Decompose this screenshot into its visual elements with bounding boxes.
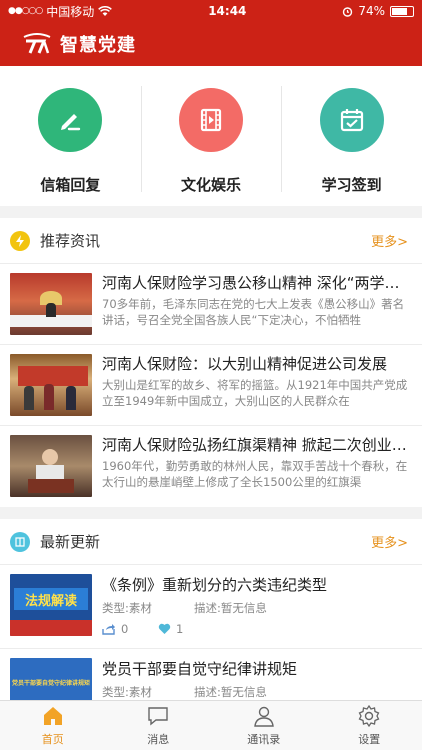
checkin-circle	[319, 88, 384, 152]
update-type: 类型:素材	[102, 685, 152, 699]
tab-settings[interactable]: 设置	[317, 701, 422, 750]
update-title: 《条例》重新划分的六类违纪类型	[102, 576, 328, 594]
update-thumbnail: 法规解读	[10, 574, 92, 636]
quick-actions: 信箱回复 文化娱乐 学习签到	[0, 66, 422, 206]
update-type: 类型:素材	[102, 601, 152, 615]
tab-home[interactable]: 首页	[0, 701, 106, 750]
news-title: 河南人保财险：以大别山精神促进公司发展	[102, 355, 388, 373]
status-bar: ●●○○○ 中国移动 14:44 74%	[0, 0, 422, 22]
quick-action-mailbox[interactable]: 信箱回复	[0, 66, 141, 206]
update-desc: 描述:暂无信息	[194, 685, 267, 699]
tab-label: 设置	[358, 733, 381, 746]
tab-bar: 首页 消息 通讯录 设置	[0, 700, 422, 750]
culture-circle	[179, 88, 243, 152]
top-bar: ●●○○○ 中国移动 14:44 74% 智慧党建	[0, 0, 422, 66]
news-summary: 1960年代，勤劳勇敢的林州人民，靠双手苦战十个春秋，在太行山的悬崖峭壁上修成了…	[102, 459, 408, 489]
like-count: 1	[176, 622, 184, 636]
battery-icon	[390, 5, 414, 17]
gear-icon	[358, 704, 380, 728]
news-thumbnail	[10, 273, 92, 335]
section-title: 最新更新	[40, 533, 101, 551]
calendar-check-icon	[340, 109, 363, 132]
quick-action-label: 学习签到	[321, 176, 382, 194]
news-item[interactable]: 河南人保财险：以大别山精神促进公司发展 大别山是红军的故乡、将军的摇篮。从192…	[0, 345, 422, 426]
quick-action-label: 文化娱乐	[181, 176, 242, 194]
app-title: 智慧党建	[60, 35, 136, 56]
mailbox-circle	[38, 88, 103, 152]
section-header: 最新更新 更多>	[0, 519, 422, 565]
tab-label: 消息	[147, 733, 170, 746]
quick-action-culture[interactable]: 文化娱乐	[140, 66, 282, 206]
news-item[interactable]: 河南人保财险学习愚公移山精神 深化“两学一做” 70多年前，毛泽东同志在党的七大…	[0, 264, 422, 345]
battery-percent: 74%	[358, 4, 385, 18]
wifi-icon	[98, 5, 113, 16]
alarm-icon	[343, 6, 353, 17]
update-title: 党员干部要自觉守纪律讲规矩	[102, 660, 298, 678]
quick-action-checkin[interactable]: 学习签到	[281, 66, 422, 206]
thumbnail-caption: 党员干部要自觉守纪律讲规矩	[12, 680, 90, 687]
update-item[interactable]: 法规解读 《条例》重新划分的六类违纪类型 类型:素材 描述:暂无信息 0 1	[0, 565, 422, 649]
carrier-label: 中国移动	[46, 4, 95, 19]
pencil-icon	[61, 114, 81, 131]
like-stat[interactable]: 1	[158, 622, 214, 636]
tab-label: 通讯录	[247, 733, 281, 746]
tab-label: 首页	[41, 733, 64, 746]
section-title: 推荐资讯	[40, 232, 101, 250]
tab-messages[interactable]: 消息	[106, 701, 212, 750]
share-count: 0	[121, 622, 129, 636]
home-icon	[43, 707, 62, 725]
news-title: 河南人保财险弘扬红旗渠精神 掀起二次创业热潮	[102, 436, 412, 454]
app-screen: ●●○○○ 中国移动 14:44 74% 智慧党建 信箱回复 文化娱乐 学习签到…	[0, 0, 422, 750]
news-summary: 大别山是红军的故乡、将军的摇篮。从1921年中国共产党成立至1949年新中国成立…	[102, 378, 408, 408]
clock: 14:44	[208, 4, 247, 18]
news-thumbnail	[10, 435, 92, 497]
contacts-icon	[253, 706, 274, 727]
film-icon	[200, 108, 222, 132]
signal-icon: ●●○○○	[8, 6, 43, 16]
news-item[interactable]: 河南人保财险弘扬红旗渠精神 掀起二次创业热潮 1960年代，勤劳勇敢的林州人民，…	[0, 426, 422, 507]
more-link[interactable]: 更多>	[371, 532, 408, 551]
chat-icon	[148, 707, 168, 726]
recommended-section: 推荐资讯 更多> 河南人保财险学习愚公移山精神 深化“两学一做” 70多年前，毛…	[0, 218, 422, 507]
thumbnail-caption: 法规解读	[14, 588, 88, 610]
news-summary: 70多年前，毛泽东同志在党的七大上发表《愚公移山》著名讲话，号召全党全国各族人民…	[102, 297, 405, 327]
quick-action-label: 信箱回复	[40, 176, 101, 194]
book-icon	[10, 531, 30, 552]
share-icon	[102, 624, 115, 635]
heart-icon	[158, 623, 171, 634]
tab-contacts[interactable]: 通讯录	[211, 701, 317, 750]
news-thumbnail	[10, 354, 92, 416]
news-title: 河南人保财险学习愚公移山精神 深化“两学一做”	[102, 274, 412, 292]
app-logo-icon	[23, 33, 51, 54]
more-link[interactable]: 更多>	[371, 231, 408, 250]
app-header: 智慧党建	[0, 22, 422, 66]
section-header: 推荐资讯 更多>	[0, 218, 422, 264]
update-desc: 描述:暂无信息	[194, 601, 267, 615]
share-stat[interactable]: 0	[102, 622, 158, 636]
lightning-icon	[10, 230, 30, 251]
